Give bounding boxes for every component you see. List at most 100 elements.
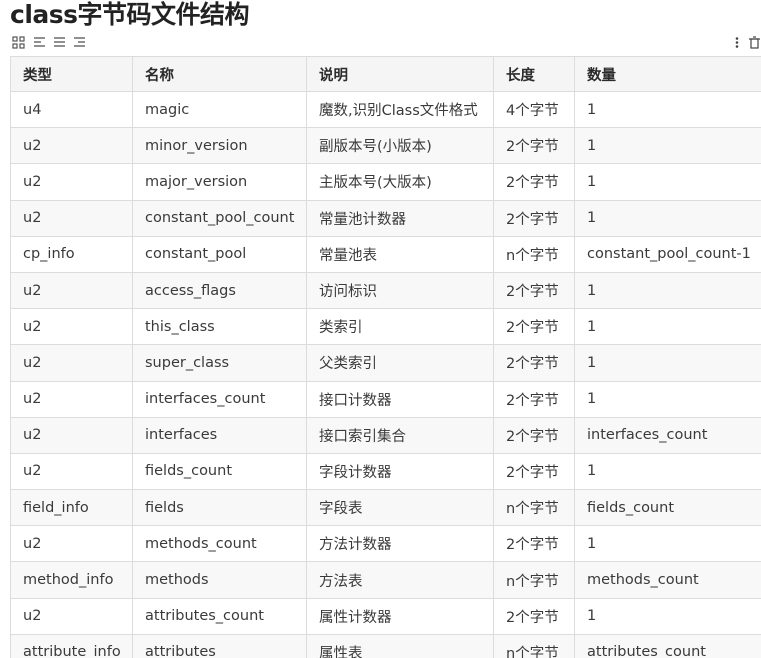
cell-description[interactable]: 常量池表 bbox=[306, 235, 494, 273]
cell-count[interactable]: 1 bbox=[574, 90, 761, 129]
align-left-icon[interactable] bbox=[33, 36, 47, 50]
cell-length[interactable]: 2个字节 bbox=[493, 597, 575, 635]
cell-description[interactable]: 父类索引 bbox=[306, 344, 494, 382]
cell-description[interactable]: 类索引 bbox=[306, 308, 494, 346]
cell-length[interactable]: 2个字节 bbox=[493, 525, 575, 563]
cell-name[interactable]: attributes bbox=[132, 633, 307, 658]
cell-count[interactable]: 1 bbox=[574, 127, 761, 165]
cell-name[interactable]: minor_version bbox=[132, 127, 307, 165]
cell-type[interactable]: u2 bbox=[10, 452, 133, 491]
table-row: method_info methods 方法表 n个字节 methods_count bbox=[10, 561, 761, 599]
cell-type[interactable]: u2 bbox=[10, 416, 133, 454]
cell-length[interactable]: 2个字节 bbox=[493, 199, 575, 237]
cell-description[interactable]: 魔数,识别Class文件格式 bbox=[306, 90, 494, 129]
cell-count[interactable]: 1 bbox=[574, 452, 761, 491]
table-row: u2 minor_version 副版本号(小版本) 2个字节 1 bbox=[10, 127, 761, 165]
cell-type[interactable]: u2 bbox=[10, 597, 133, 635]
cell-length[interactable]: 4个字节 bbox=[493, 90, 575, 129]
cell-length[interactable]: 2个字节 bbox=[493, 452, 575, 491]
cell-description[interactable]: 主版本号(大版本) bbox=[306, 163, 494, 201]
cell-type[interactable]: u4 bbox=[10, 90, 133, 129]
align-center-icon[interactable] bbox=[53, 36, 67, 50]
column-header-type[interactable]: 类型 bbox=[10, 56, 133, 92]
column-header-name[interactable]: 名称 bbox=[132, 56, 307, 92]
cell-description[interactable]: 属性表 bbox=[306, 633, 494, 658]
cell-length[interactable]: 2个字节 bbox=[493, 416, 575, 454]
cell-name[interactable]: attributes_count bbox=[132, 597, 307, 635]
cell-name[interactable]: fields bbox=[132, 489, 307, 527]
column-header-description[interactable]: 说明 bbox=[306, 56, 494, 92]
cell-count[interactable]: fields_count bbox=[574, 489, 761, 527]
cell-length[interactable]: 2个字节 bbox=[493, 308, 575, 346]
cell-length[interactable]: n个字节 bbox=[493, 235, 575, 273]
cell-count[interactable]: methods_count bbox=[574, 561, 761, 599]
more-vertical-icon[interactable] bbox=[733, 36, 741, 50]
cell-type[interactable]: u2 bbox=[10, 525, 133, 563]
table-grid-icon[interactable] bbox=[12, 36, 26, 50]
cell-type[interactable]: u2 bbox=[10, 127, 133, 165]
cell-name[interactable]: interfaces_count bbox=[132, 380, 307, 418]
cell-length[interactable]: 2个字节 bbox=[493, 344, 575, 382]
cell-name[interactable]: interfaces bbox=[132, 416, 307, 454]
cell-type[interactable]: attribute_info bbox=[10, 633, 133, 658]
cell-type[interactable]: u2 bbox=[10, 199, 133, 237]
cell-type[interactable]: u2 bbox=[10, 271, 133, 310]
cell-count[interactable]: 1 bbox=[574, 344, 761, 382]
cell-count[interactable]: 1 bbox=[574, 308, 761, 346]
cell-type[interactable]: u2 bbox=[10, 163, 133, 201]
cell-name[interactable]: access_flags bbox=[132, 271, 307, 310]
table-row: u2 constant_pool_count 常量池计数器 2个字节 1 bbox=[10, 199, 761, 237]
cell-type[interactable]: field_info bbox=[10, 489, 133, 527]
cell-type[interactable]: method_info bbox=[10, 561, 133, 599]
cell-description[interactable]: 接口索引集合 bbox=[306, 416, 494, 454]
cell-length[interactable]: 2个字节 bbox=[493, 127, 575, 165]
cell-description[interactable]: 字段表 bbox=[306, 489, 494, 527]
cell-count[interactable]: 1 bbox=[574, 163, 761, 201]
cell-name[interactable]: this_class bbox=[132, 308, 307, 346]
cell-length[interactable]: 2个字节 bbox=[493, 271, 575, 310]
cell-description[interactable]: 访问标识 bbox=[306, 271, 494, 310]
cell-count[interactable]: 1 bbox=[574, 271, 761, 310]
cell-count[interactable]: 1 bbox=[574, 199, 761, 237]
page-title: class字节码文件结构 bbox=[10, 0, 250, 29]
cell-name[interactable]: constant_pool_count bbox=[132, 199, 307, 237]
cell-description[interactable]: 字段计数器 bbox=[306, 452, 494, 491]
cell-count[interactable]: interfaces_count bbox=[574, 416, 761, 454]
cell-type[interactable]: u2 bbox=[10, 308, 133, 346]
cell-length[interactable]: n个字节 bbox=[493, 489, 575, 527]
cell-description[interactable]: 接口计数器 bbox=[306, 380, 494, 418]
cell-description[interactable]: 属性计数器 bbox=[306, 597, 494, 635]
cell-count[interactable]: attributes_count bbox=[574, 633, 761, 658]
cell-name[interactable]: super_class bbox=[132, 344, 307, 382]
cell-description[interactable]: 常量池计数器 bbox=[306, 199, 494, 237]
cell-length[interactable]: 2个字节 bbox=[493, 380, 575, 418]
cell-length[interactable]: n个字节 bbox=[493, 633, 575, 658]
cell-type[interactable]: u2 bbox=[10, 380, 133, 418]
cell-type[interactable]: u2 bbox=[10, 344, 133, 382]
cell-length[interactable]: 2个字节 bbox=[493, 163, 575, 201]
cell-name[interactable]: fields_count bbox=[132, 452, 307, 491]
column-header-count[interactable]: 数量 bbox=[574, 56, 761, 92]
cell-description[interactable]: 方法计数器 bbox=[306, 525, 494, 563]
table-row: u2 interfaces_count 接口计数器 2个字节 1 bbox=[10, 380, 761, 418]
cell-count[interactable]: constant_pool_count-1 bbox=[574, 235, 761, 273]
cell-name[interactable]: methods_count bbox=[132, 525, 307, 563]
delete-icon[interactable] bbox=[748, 36, 761, 50]
cell-name[interactable]: major_version bbox=[132, 163, 307, 201]
cell-type[interactable]: cp_info bbox=[10, 235, 133, 273]
cell-count[interactable]: 1 bbox=[574, 597, 761, 635]
column-header-length[interactable]: 长度 bbox=[493, 56, 575, 92]
cell-count[interactable]: 1 bbox=[574, 525, 761, 563]
cell-name[interactable]: constant_pool bbox=[132, 235, 307, 273]
table-row: cp_info constant_pool 常量池表 n个字节 constant_poo… bbox=[10, 235, 761, 273]
cell-name[interactable]: methods bbox=[132, 561, 307, 599]
cell-name[interactable]: magic bbox=[132, 90, 307, 129]
table-header-row: 类型 名称 说明 长度 数量 bbox=[10, 56, 761, 92]
align-right-icon[interactable] bbox=[73, 36, 87, 50]
table-row: u2 access_flags 访问标识 2个字节 1 bbox=[10, 271, 761, 310]
table-row: u2 super_class 父类索引 2个字节 1 bbox=[10, 344, 761, 382]
cell-description[interactable]: 副版本号(小版本) bbox=[306, 127, 494, 165]
cell-count[interactable]: 1 bbox=[574, 380, 761, 418]
cell-length[interactable]: n个字节 bbox=[493, 561, 575, 599]
cell-description[interactable]: 方法表 bbox=[306, 561, 494, 599]
